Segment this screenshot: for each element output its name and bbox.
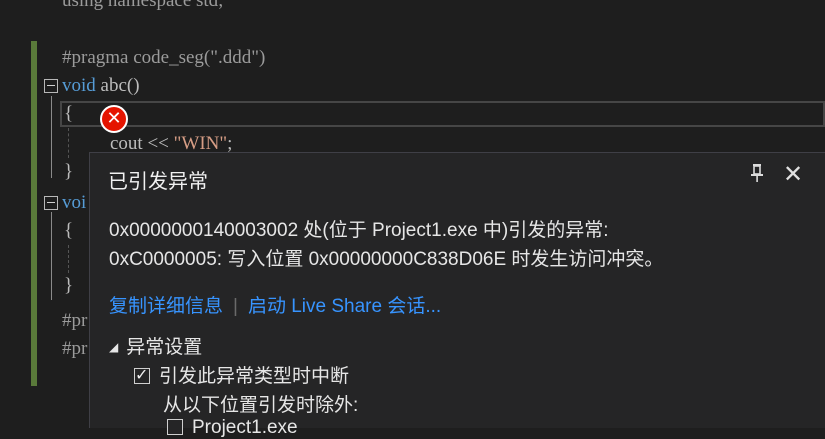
code-line-cout: cout << "WIN"; xyxy=(110,134,232,154)
break-on-exception-label: 引发此异常类型时中断 xyxy=(159,366,350,387)
outline-guide-2 xyxy=(51,212,52,300)
code-line-pr2: #pr xyxy=(62,338,88,359)
break-on-exception-option[interactable]: 引发此异常类型时中断 xyxy=(134,361,349,388)
current-line-highlight xyxy=(60,101,825,127)
pin-glyph-icon xyxy=(751,164,763,182)
change-indicator-bar xyxy=(31,41,37,386)
except-from-label: 从以下位置引发时除外: xyxy=(163,395,359,416)
error-icon: ✕ xyxy=(100,105,128,133)
code-line-close-brace: } xyxy=(64,161,74,182)
pin-icon[interactable] xyxy=(747,163,767,187)
code-line-func-abc: void abc() xyxy=(62,76,140,96)
code-line-open-brace: { xyxy=(64,103,74,124)
keyword-void: void xyxy=(62,75,96,96)
collapse-triangle-icon[interactable]: ◢ xyxy=(109,340,118,354)
exception-popup: 已引发异常 ✕ 0x0000000140003002 处(位于 Project1… xyxy=(89,152,825,438)
collapse-func2-icon[interactable] xyxy=(44,196,58,210)
project-exception-label: Project1.exe xyxy=(192,417,298,438)
cout-end: ; xyxy=(227,133,233,154)
project-exception-option[interactable]: Project1.exe xyxy=(167,417,298,439)
code-line-brace2-close: } xyxy=(64,275,74,296)
break-on-exception-checkbox[interactable] xyxy=(134,365,150,384)
indent-guide-2 xyxy=(68,245,69,273)
exception-message-line2: 0xC0000005: 写入位置 0x00000000C838D06E 时发生访… xyxy=(109,249,664,270)
project-exception-checkbox[interactable] xyxy=(167,419,183,435)
code-line-brace2-open: { xyxy=(64,220,74,241)
exception-settings-title: 异常设置 xyxy=(126,337,203,358)
cout-string: "WIN" xyxy=(173,133,228,154)
code-line-using: using namespace std; xyxy=(62,0,224,11)
collapse-abc-icon[interactable] xyxy=(44,79,58,93)
live-share-link[interactable]: 启动 Live Share 会话... xyxy=(248,296,441,317)
link-separator: | xyxy=(233,296,238,317)
popup-links: 复制详细信息 | 启动 Live Share 会话... xyxy=(109,291,441,318)
code-line-void2: voi xyxy=(62,192,87,213)
func-name: abc() xyxy=(95,75,140,96)
copy-details-link[interactable]: 复制详细信息 xyxy=(109,296,223,317)
popup-title: 已引发异常 xyxy=(108,171,208,193)
exception-settings-header[interactable]: ◢ 异常设置 xyxy=(109,332,202,359)
cout-code: cout << xyxy=(110,133,174,154)
code-line-pr1: #pr xyxy=(62,310,88,331)
code-line-pragma: #pragma code_seg(".ddd") xyxy=(62,47,266,68)
indent-guide xyxy=(68,128,69,158)
exception-message-line1: 0x0000000140003002 处(位于 Project1.exe 中)引… xyxy=(109,220,609,241)
outline-guide xyxy=(51,96,52,178)
close-icon[interactable]: ✕ xyxy=(780,161,806,187)
